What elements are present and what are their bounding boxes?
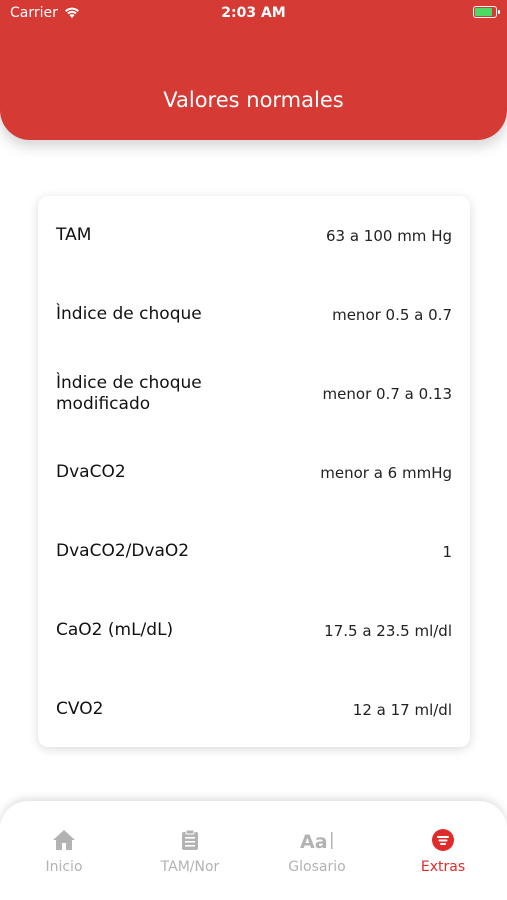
row-label: Ìndice de choque — [56, 304, 202, 324]
tab-tam-nor[interactable]: TAM/Nor — [140, 829, 240, 875]
list-item: DvaCO2 menor a 6 mmHg — [38, 433, 470, 512]
list-item: Ìndice de choque modificado menor 0.7 a … — [38, 354, 470, 433]
tab-label: Inicio — [45, 859, 83, 875]
row-value: menor a 6 mmHg — [320, 463, 452, 482]
row-value: menor 0.5 a 0.7 — [332, 305, 452, 324]
row-value: 63 a 100 mm Hg — [325, 226, 452, 245]
row-value: 17.5 a 23.5 ml/dl — [324, 621, 452, 640]
list-item: CVO2 12 a 17 ml/dl — [38, 670, 470, 749]
list-item: DvaCO2/DvaO2 1 — [38, 512, 470, 591]
row-value: 12 a 17 ml/dl — [352, 700, 452, 719]
row-label: TAM — [56, 225, 92, 245]
values-card: TAM 63 a 100 mm Hg Ìndice de choque meno… — [38, 196, 470, 747]
battery-icon — [473, 6, 500, 18]
row-label: Ìndice de choque modificado — [56, 372, 202, 414]
tab-glosario[interactable]: Aa Glosario — [267, 829, 367, 875]
clipboard-icon — [182, 829, 198, 850]
page-title: Valores normales — [163, 88, 344, 112]
status-bar: Carrier 2:03 AM — [0, 0, 507, 28]
tab-label: Glosario — [288, 859, 346, 875]
svg-text:Aa: Aa — [300, 831, 328, 851]
battery-level — [475, 8, 492, 16]
text-aa-icon: Aa — [300, 831, 333, 851]
home-icon — [53, 830, 75, 850]
list-item: TAM 63 a 100 mm Hg — [38, 196, 470, 275]
tab-bar: Inicio TAM/Nor Aa Glosario Extras — [0, 801, 507, 900]
row-label: CVO2 — [56, 699, 104, 719]
tab-label: Extras — [420, 859, 466, 875]
list-circle-icon — [432, 829, 454, 851]
row-value: menor 0.7 a 0.13 — [322, 384, 452, 403]
tab-label: TAM/Nor — [160, 859, 220, 875]
row-label: DvaCO2 — [56, 462, 126, 482]
row-value: 1 — [442, 542, 452, 561]
row-label: DvaCO2/DvaO2 — [56, 541, 190, 561]
list-item: Ìndice de choque menor 0.5 a 0.7 — [38, 275, 470, 354]
list-item: CaO2 (mL/dL) 17.5 a 23.5 ml/dl — [38, 591, 470, 670]
status-time: 2:03 AM — [221, 5, 286, 21]
tab-extras[interactable]: Extras — [393, 829, 493, 875]
row-label: CaO2 (mL/dL) — [56, 620, 174, 640]
tab-inicio[interactable]: Inicio — [14, 829, 114, 875]
